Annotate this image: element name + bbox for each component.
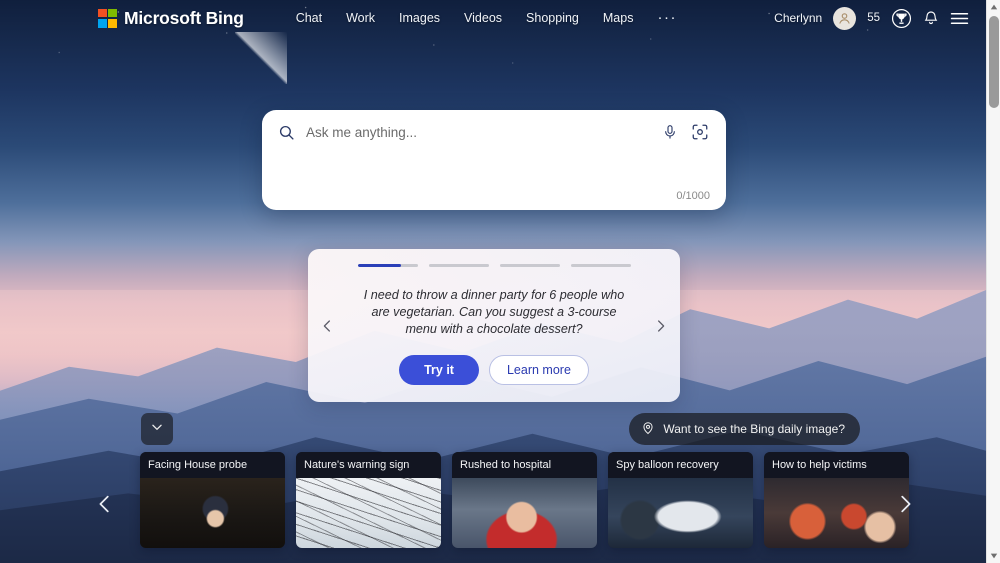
carousel-progress-segment[interactable]: [499, 264, 560, 267]
search-tools: [662, 123, 709, 141]
shooting-star-decoration: [235, 32, 287, 84]
try-it-button[interactable]: Try it: [399, 355, 479, 385]
user-name-label: Cherlynn: [774, 11, 823, 25]
bell-icon[interactable]: [923, 10, 939, 26]
trophy-icon[interactable]: [891, 8, 912, 29]
nav-more-icon[interactable]: ···: [657, 10, 677, 25]
suggestion-carousel-card: I need to throw a dinner party for 6 peo…: [308, 249, 680, 402]
scroll-up-arrow-icon[interactable]: [987, 0, 1000, 14]
top-header: Microsoft Bing Chat Work Images Videos S…: [0, 0, 986, 36]
news-card-title: How to help victims: [764, 452, 909, 478]
news-prev-button[interactable]: [88, 484, 122, 524]
brand-label: Microsoft Bing: [124, 7, 244, 28]
rewards-points-label: 55: [867, 12, 880, 24]
suggestion-text: I need to throw a dinner party for 6 peo…: [363, 288, 625, 336]
visual-search-icon[interactable]: [691, 123, 709, 141]
scrollbar-thumb[interactable]: [989, 16, 999, 108]
news-card[interactable]: Rushed to hospital: [452, 452, 597, 548]
main-nav: Chat Work Images Videos Shopping Maps ··…: [296, 10, 677, 25]
news-next-button[interactable]: [888, 484, 922, 524]
carousel-progress-segment[interactable]: [428, 264, 489, 267]
news-card-image: [140, 478, 285, 548]
carousel-prev-icon[interactable]: [320, 318, 335, 333]
news-card[interactable]: Nature's warning sign: [296, 452, 441, 548]
microsoft-squares-logo-icon: [98, 8, 117, 28]
user-avatar-icon[interactable]: [833, 6, 857, 30]
bing-logo[interactable]: Microsoft Bing: [98, 8, 244, 29]
daily-image-prompt[interactable]: Want to see the Bing daily image?: [629, 413, 860, 445]
daily-image-label: Want to see the Bing daily image?: [663, 422, 845, 436]
bing-homepage: Microsoft Bing Chat Work Images Videos S…: [0, 0, 1000, 563]
news-card-image: [296, 478, 441, 548]
chevron-down-icon: [150, 420, 164, 439]
nav-item-images[interactable]: Images: [399, 11, 440, 25]
character-count: 0/1000: [676, 190, 710, 202]
news-card-title: Rushed to hospital: [452, 452, 597, 478]
search-input[interactable]: [306, 124, 662, 140]
news-card-image: [452, 478, 597, 548]
carousel-progress: [357, 264, 631, 267]
news-card-title: Facing House probe: [140, 452, 285, 478]
nav-item-shopping[interactable]: Shopping: [526, 11, 579, 25]
carousel-progress-segment[interactable]: [570, 264, 631, 267]
nav-item-work[interactable]: Work: [346, 11, 375, 25]
news-card-image: [608, 478, 753, 548]
header-actions: Cherlynn 55: [774, 6, 986, 30]
page-scrollbar[interactable]: [986, 0, 1000, 563]
news-card-title: Spy balloon recovery: [608, 452, 753, 478]
scroll-down-arrow-icon[interactable]: [987, 549, 1000, 563]
collapse-feed-button[interactable]: [141, 413, 173, 445]
learn-more-button[interactable]: Learn more: [488, 355, 589, 385]
nav-item-chat[interactable]: Chat: [296, 11, 322, 25]
news-carousel: Facing House probe Nature's warning sign…: [140, 452, 909, 548]
nav-item-maps[interactable]: Maps: [603, 11, 634, 25]
location-pin-icon: [641, 421, 655, 438]
news-card-title: Nature's warning sign: [296, 452, 441, 478]
microphone-icon[interactable]: [662, 124, 678, 140]
carousel-progress-segment[interactable]: [357, 264, 418, 267]
hamburger-menu-icon[interactable]: [950, 11, 969, 26]
search-icon[interactable]: [278, 124, 295, 141]
news-card[interactable]: Spy balloon recovery: [608, 452, 753, 548]
search-box: 0/1000: [262, 110, 726, 210]
suggestion-actions: Try it Learn more: [399, 355, 589, 385]
progress-fill: [357, 264, 401, 267]
nav-item-videos[interactable]: Videos: [464, 11, 502, 25]
carousel-next-icon[interactable]: [653, 318, 668, 333]
search-row: [262, 110, 726, 154]
news-card[interactable]: Facing House probe: [140, 452, 285, 548]
